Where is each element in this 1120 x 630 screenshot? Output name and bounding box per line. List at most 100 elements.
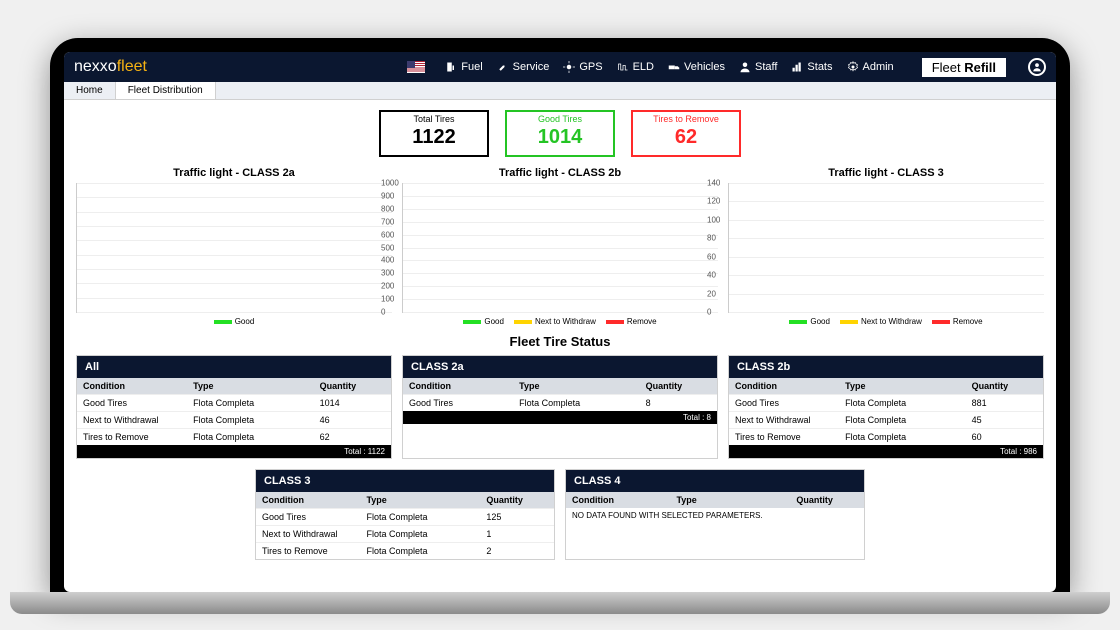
table-total: Total : 986 xyxy=(729,445,1043,458)
nav-service[interactable]: Service xyxy=(497,61,550,73)
nav-staff-label: Staff xyxy=(755,61,777,73)
kpi-row: Total Tires 1122 Good Tires 1014 Tires t… xyxy=(76,110,1044,157)
fuel-icon xyxy=(445,61,457,73)
eld-icon xyxy=(617,61,629,73)
kpi-total-value: 1122 xyxy=(381,126,487,149)
table-title: All xyxy=(77,356,391,378)
table-total: Total : 1122 xyxy=(77,445,391,458)
laptop-frame: nexxofleet Fuel Service GPS ELD Vehicles… xyxy=(50,38,1070,592)
chart-title: Traffic light - CLASS 2b xyxy=(402,167,718,179)
tab-home[interactable]: Home xyxy=(64,82,116,99)
charts-row: Traffic light - CLASS 2a 0123456789 Good T… xyxy=(76,167,1044,326)
content-area: Total Tires 1122 Good Tires 1014 Tires t… xyxy=(64,100,1056,590)
fleet-refill-button[interactable]: Fleet Refill xyxy=(922,58,1006,77)
tables-row-1: AllConditionTypeQuantityGood TiresFlota … xyxy=(76,355,1044,459)
table-all: AllConditionTypeQuantityGood TiresFlota … xyxy=(76,355,392,459)
legend-item: Good xyxy=(463,317,504,326)
table-title: CLASS 2b xyxy=(729,356,1043,378)
flag-icon[interactable] xyxy=(407,61,425,73)
table-row: Good TiresFlota Completa8 xyxy=(403,394,717,411)
nav-gps-label: GPS xyxy=(579,61,602,73)
table-columns: ConditionTypeQuantity xyxy=(566,492,864,508)
table-columns: ConditionTypeQuantity xyxy=(77,378,391,394)
nav-fuel-label: Fuel xyxy=(461,61,482,73)
table-row: Next to WithdrawalFlota Completa46 xyxy=(77,411,391,428)
table-class2a: CLASS 2aConditionTypeQuantityGood TiresF… xyxy=(402,355,718,459)
nav-stats-label: Stats xyxy=(807,61,832,73)
legend-item: Good xyxy=(789,317,830,326)
gear-icon xyxy=(847,61,859,73)
user-avatar-icon[interactable] xyxy=(1028,58,1046,76)
chart-legend: Good Next to Withdraw Remove xyxy=(402,317,718,326)
table-title: CLASS 2a xyxy=(403,356,717,378)
nav-admin-label: Admin xyxy=(863,61,894,73)
kpi-good-tires: Good Tires 1014 xyxy=(505,110,615,157)
table-row: Tires to RemoveFlota Completa60 xyxy=(729,428,1043,445)
chart-title: Traffic light - CLASS 3 xyxy=(728,167,1044,179)
table-class4: CLASS 4ConditionTypeQuantityNO DATA FOUN… xyxy=(565,469,865,560)
nav-vehicles-label: Vehicles xyxy=(684,61,725,73)
nav-gps[interactable]: GPS xyxy=(563,61,602,73)
table-nodata: NO DATA FOUND WITH SELECTED PARAMETERS. xyxy=(566,508,864,523)
table-columns: ConditionTypeQuantity xyxy=(403,378,717,394)
topbar: nexxofleet Fuel Service GPS ELD Vehicles… xyxy=(64,52,1056,82)
refill-part2: Refill xyxy=(964,60,996,75)
nav-stats[interactable]: Stats xyxy=(791,61,832,73)
tables-row-2: CLASS 3ConditionTypeQuantityGood TiresFl… xyxy=(76,469,1044,560)
nav-admin[interactable]: Admin xyxy=(847,61,894,73)
chart-class3: Traffic light - CLASS 3 02040608010012014… xyxy=(728,167,1044,326)
table-columns: ConditionTypeQuantity xyxy=(256,492,554,508)
chart-title: Traffic light - CLASS 2a xyxy=(76,167,392,179)
stats-icon xyxy=(791,61,803,73)
legend-item: Next to Withdraw xyxy=(840,317,922,326)
chart-legend: Good xyxy=(76,317,392,326)
table-title: CLASS 4 xyxy=(566,470,864,492)
table-title: CLASS 3 xyxy=(256,470,554,492)
brand-part2: fleet xyxy=(117,58,147,75)
main-nav: Fuel Service GPS ELD Vehicles Staff Stat… xyxy=(407,58,1046,77)
screen: nexxofleet Fuel Service GPS ELD Vehicles… xyxy=(64,52,1056,592)
kpi-remove-tires: Tires to Remove 62 xyxy=(631,110,741,157)
nav-vehicles[interactable]: Vehicles xyxy=(668,61,725,73)
person-icon xyxy=(739,61,751,73)
nav-service-label: Service xyxy=(513,61,550,73)
table-row: Tires to RemoveFlota Completa62 xyxy=(77,428,391,445)
legend-item: Next to Withdraw xyxy=(514,317,596,326)
gps-icon xyxy=(563,61,575,73)
chart-plot: 020406080100120140 xyxy=(728,183,1044,313)
refill-part1: Fleet xyxy=(932,60,965,75)
chart-plot: 0123456789 xyxy=(76,183,392,313)
nav-eld[interactable]: ELD xyxy=(617,61,654,73)
tabstrip: Home Fleet Distribution xyxy=(64,82,1056,100)
kpi-good-label: Good Tires xyxy=(507,114,613,124)
truck-icon xyxy=(668,61,680,73)
table-row: Good TiresFlota Completa881 xyxy=(729,394,1043,411)
legend-item: Remove xyxy=(932,317,983,326)
nav-eld-label: ELD xyxy=(633,61,654,73)
chart-plot: 01002003004005006007008009001000 xyxy=(402,183,718,313)
table-class2b: CLASS 2bConditionTypeQuantityGood TiresF… xyxy=(728,355,1044,459)
brand-logo: nexxofleet xyxy=(74,58,147,76)
chart-class2a: Traffic light - CLASS 2a 0123456789 Good xyxy=(76,167,392,326)
nav-staff[interactable]: Staff xyxy=(739,61,777,73)
table-row: Tires to RemoveFlota Completa2 xyxy=(256,542,554,559)
tab-fleet-distribution[interactable]: Fleet Distribution xyxy=(116,82,216,99)
legend-item: Remove xyxy=(606,317,657,326)
kpi-total-label: Total Tires xyxy=(381,114,487,124)
table-row: Good TiresFlota Completa1014 xyxy=(77,394,391,411)
brand-part1: nexxo xyxy=(74,58,117,75)
fleet-tire-status-title: Fleet Tire Status xyxy=(76,334,1044,349)
nav-fuel[interactable]: Fuel xyxy=(445,61,482,73)
table-row: Good TiresFlota Completa125 xyxy=(256,508,554,525)
kpi-remove-value: 62 xyxy=(633,126,739,149)
table-total: Total : 8 xyxy=(403,411,717,424)
table-class3: CLASS 3ConditionTypeQuantityGood TiresFl… xyxy=(255,469,555,560)
wrench-icon xyxy=(497,61,509,73)
kpi-remove-label: Tires to Remove xyxy=(633,114,739,124)
chart-class2b: Traffic light - CLASS 2b 0100200300400500… xyxy=(402,167,718,326)
chart-legend: Good Next to Withdraw Remove xyxy=(728,317,1044,326)
table-columns: ConditionTypeQuantity xyxy=(729,378,1043,394)
kpi-good-value: 1014 xyxy=(507,126,613,149)
table-row: Next to WithdrawalFlota Completa45 xyxy=(729,411,1043,428)
kpi-total-tires: Total Tires 1122 xyxy=(379,110,489,157)
